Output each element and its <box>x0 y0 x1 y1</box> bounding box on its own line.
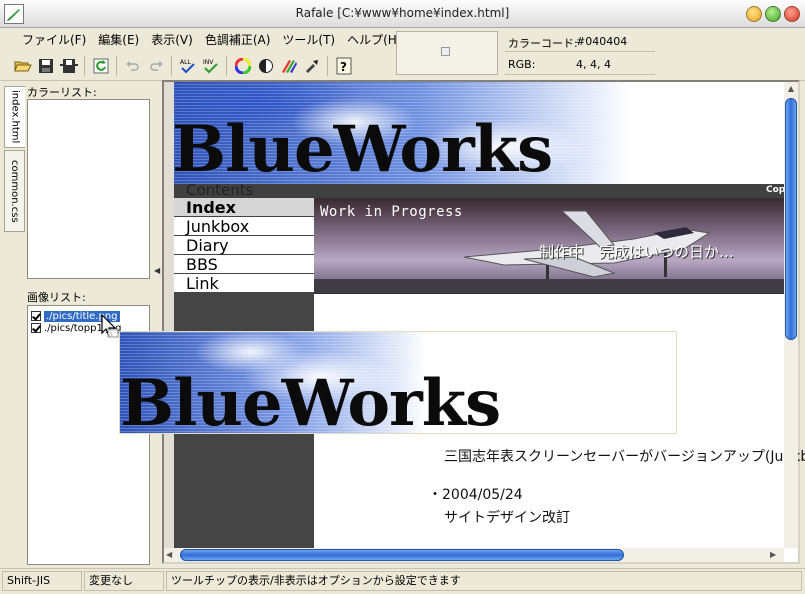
horizontal-scroll-thumb[interactable] <box>180 549 624 561</box>
image-checkbox[interactable] <box>31 311 41 321</box>
menu-view[interactable]: 表示(V) <box>145 31 199 51</box>
menu-color-adjust[interactable]: 色調補正(A) <box>199 31 277 51</box>
tab-index-html[interactable]: index.html <box>4 86 25 148</box>
contents-label: Contents <box>186 181 254 199</box>
tab-label: common.css <box>9 159 20 223</box>
help-icon[interactable]: ? <box>333 55 355 77</box>
status-bar: Shift-JIS 変更なし ツールチップの表示/非表示はオプションから設定でき… <box>0 568 805 594</box>
divider <box>505 74 655 75</box>
status-encoding: Shift-JIS <box>2 571 82 591</box>
close-button[interactable] <box>784 6 800 22</box>
color-swatch <box>441 47 450 56</box>
file-tabs: index.html common.css <box>4 84 25 568</box>
color-list-label: カラーリスト: <box>27 86 97 99</box>
menu-file[interactable]: ファイル(F) <box>16 31 92 51</box>
window-title: Rafale [C:¥www¥home¥index.html] <box>295 6 510 20</box>
panel-splitter[interactable] <box>152 84 162 568</box>
site-brand-title: BlueWorks <box>172 112 553 187</box>
image-list-label: 画像リスト: <box>27 291 86 304</box>
menu-tools[interactable]: ツール(T) <box>276 31 341 51</box>
rgb-label: RGB: <box>508 58 536 71</box>
rgb-value: 4, 4, 4 <box>576 58 611 71</box>
scroll-left-icon[interactable]: ◀ <box>166 548 178 562</box>
vertical-scroll-thumb[interactable] <box>785 98 797 340</box>
menu-bar: ファイル(F) 編集(E) 表示(V) 色調補正(A) ツール(T) ヘルプ(H… <box>16 31 407 51</box>
color-wheel-icon[interactable] <box>232 55 254 77</box>
banner-subtitle: 制作中 完成はいつの日か… <box>539 243 735 261</box>
refresh-icon[interactable] <box>90 55 112 77</box>
news-date: ・2004/05/24 <box>428 487 523 503</box>
image-checkbox[interactable] <box>31 323 41 333</box>
vertical-scrollbar[interactable]: ▲ <box>784 82 798 548</box>
open-folder-icon[interactable] <box>12 55 34 77</box>
news-item: 三国志年表スクリーンセーバーがバージョンアップ(Junkbox) <box>444 449 805 465</box>
check-all-icon[interactable]: ALL <box>177 55 199 77</box>
scroll-up-icon[interactable]: ▲ <box>784 82 798 96</box>
tab-label: index.html <box>9 90 21 144</box>
color-code-value: #040404 <box>576 35 628 48</box>
status-message: ツールチップの表示/非表示はオプションから設定できます <box>166 571 802 591</box>
color-list[interactable] <box>27 99 150 279</box>
menu-edit[interactable]: 編集(E) <box>92 31 145 51</box>
minimize-button[interactable] <box>746 6 762 22</box>
svg-text:?: ? <box>340 60 347 74</box>
eyedropper-icon[interactable] <box>301 55 323 77</box>
check-invert-icon[interactable]: INV <box>200 55 222 77</box>
save-all-icon[interactable] <box>58 55 80 77</box>
mouse-cursor-icon <box>100 313 120 343</box>
collapse-left-icon[interactable]: ◀ <box>154 266 160 275</box>
contents-bar <box>174 184 784 198</box>
tab-common-css[interactable]: common.css <box>4 150 25 232</box>
divider <box>505 51 655 52</box>
site-banner: Work in Progress 制作中 完成はいつの日か… <box>314 198 784 294</box>
color-preview-box <box>396 31 498 75</box>
banner-title: Work in Progress <box>320 204 463 220</box>
nav-item-diary[interactable]: Diary <box>174 236 314 255</box>
scroll-right-icon[interactable]: ▶ <box>770 548 782 562</box>
status-modified: 変更なし <box>84 571 164 591</box>
drag-preview-title: BlueWorks <box>120 366 501 434</box>
news-item: サイトデザイン改訂 <box>444 510 570 526</box>
drag-preview-image: BlueWorks <box>119 331 677 434</box>
save-icon[interactable] <box>35 55 57 77</box>
color-pencils-icon[interactable] <box>278 55 300 77</box>
nav-item-junkbox[interactable]: Junkbox <box>174 217 314 236</box>
contrast-icon[interactable] <box>255 55 277 77</box>
undo-icon[interactable] <box>122 55 144 77</box>
svg-text:INV: INV <box>203 59 214 66</box>
nav-item-link[interactable]: Link <box>174 274 314 293</box>
nav-item-index[interactable]: Index <box>174 198 314 217</box>
horizontal-scrollbar[interactable]: ◀ ▶ <box>164 548 784 562</box>
nav-item-bbs[interactable]: BBS <box>174 255 314 274</box>
redo-icon[interactable] <box>145 55 167 77</box>
copyright-text: Cop <box>766 185 786 195</box>
maximize-button[interactable] <box>765 6 781 22</box>
toolbar: ALL INV ? <box>12 54 356 78</box>
svg-text:ALL: ALL <box>180 59 191 66</box>
color-code-label: カラーコード: <box>508 37 578 50</box>
